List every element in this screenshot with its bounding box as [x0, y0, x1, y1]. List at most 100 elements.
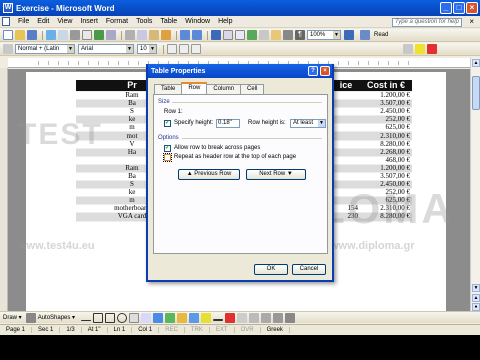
- menu-file[interactable]: File: [14, 18, 33, 25]
- table-cell[interactable]: 230: [332, 212, 360, 222]
- table-cell[interactable]: [332, 188, 360, 198]
- bold-icon[interactable]: [167, 44, 177, 54]
- drawing-icon[interactable]: [271, 30, 281, 40]
- fill-color-icon[interactable]: [201, 312, 212, 323]
- cancel-button[interactable]: Cancel: [292, 264, 326, 275]
- border-icon[interactable]: [403, 44, 413, 54]
- new-document-icon[interactable]: [3, 30, 13, 40]
- wordart-icon[interactable]: [153, 312, 164, 323]
- help-question-input[interactable]: Type a question for help: [392, 18, 462, 27]
- font-size-select[interactable]: 10 ▼: [137, 44, 157, 54]
- hyperlink-icon[interactable]: [211, 30, 221, 40]
- undo-icon[interactable]: [180, 30, 190, 40]
- 3d-icon[interactable]: [285, 312, 296, 323]
- cut-icon[interactable]: [125, 30, 135, 40]
- menu-tools[interactable]: Tools: [132, 18, 156, 25]
- tables-borders-icon[interactable]: [223, 30, 233, 40]
- line-icon[interactable]: [81, 319, 92, 321]
- clipart-icon[interactable]: [177, 312, 188, 323]
- table-cell[interactable]: 625,00 €: [360, 123, 412, 133]
- tab-table[interactable]: Table: [154, 84, 183, 94]
- tab-column[interactable]: Column: [206, 84, 242, 94]
- vertical-textbox-icon[interactable]: [141, 312, 152, 323]
- insert-excel-icon[interactable]: [247, 30, 257, 40]
- oval-icon[interactable]: [117, 312, 128, 323]
- ok-button[interactable]: OK: [254, 264, 288, 275]
- scroll-down-icon[interactable]: ▼: [472, 284, 480, 292]
- scroll-up-icon[interactable]: ▲: [472, 59, 480, 67]
- open-folder-icon[interactable]: [15, 30, 25, 40]
- read-button[interactable]: Read: [360, 30, 388, 40]
- menu-edit[interactable]: Edit: [33, 18, 53, 25]
- tab-cell[interactable]: Cell: [240, 84, 265, 94]
- arrow-style-icon[interactable]: [261, 312, 272, 323]
- status-rec[interactable]: REC: [159, 327, 185, 333]
- close-button[interactable]: ×: [466, 2, 478, 14]
- table-cell[interactable]: [332, 107, 360, 117]
- select-browse-object-icon[interactable]: ●: [472, 303, 480, 311]
- previous-row-button[interactable]: ▲ Previous Row: [178, 169, 240, 180]
- email-icon[interactable]: [58, 30, 68, 40]
- autoshapes-menu[interactable]: AutoShapes ▾: [38, 314, 75, 321]
- table-cell[interactable]: [332, 140, 360, 149]
- font-color-icon[interactable]: [427, 44, 437, 54]
- font-select[interactable]: Arial ▼: [78, 44, 134, 54]
- table-cell[interactable]: [332, 156, 360, 165]
- menu-view[interactable]: View: [53, 18, 76, 25]
- menu-format[interactable]: Format: [102, 18, 132, 25]
- status-trk[interactable]: TRK: [185, 327, 210, 333]
- save-icon[interactable]: [27, 30, 37, 40]
- paste-icon[interactable]: [149, 30, 159, 40]
- shadow-icon[interactable]: [273, 312, 284, 323]
- next-row-button[interactable]: Next Row ▼: [246, 169, 306, 180]
- copy-icon[interactable]: [137, 30, 147, 40]
- header-cell[interactable]: ice: [332, 80, 360, 92]
- table-cell[interactable]: 8.280,00 €: [360, 140, 412, 149]
- table-cell[interactable]: [332, 91, 360, 101]
- select-objects-icon[interactable]: [25, 312, 36, 323]
- format-painter-icon[interactable]: [161, 30, 171, 40]
- menu-help[interactable]: Help: [214, 18, 236, 25]
- specify-height-checkbox[interactable]: ✓: [164, 120, 171, 127]
- insert-table-icon[interactable]: [235, 30, 245, 40]
- table-cell[interactable]: [332, 172, 360, 182]
- dialog-help-button[interactable]: ?: [308, 66, 318, 76]
- table-cell[interactable]: [332, 115, 360, 125]
- table-cell[interactable]: [332, 148, 360, 157]
- tab-row[interactable]: Row: [181, 82, 208, 94]
- arrow-icon[interactable]: [93, 312, 104, 323]
- zoom-select[interactable]: 100% ▼: [307, 30, 341, 40]
- help-icon[interactable]: [344, 30, 354, 40]
- table-cell[interactable]: [332, 99, 360, 109]
- redo-icon[interactable]: [192, 30, 202, 40]
- style-select[interactable]: Normal + (Latin ▼: [15, 44, 75, 54]
- vertical-scrollbar[interactable]: ▲ ▼ ▲ ● ▼: [470, 58, 480, 322]
- dash-style-icon[interactable]: [249, 312, 260, 323]
- line-style-icon[interactable]: [237, 312, 248, 323]
- diagram-icon[interactable]: [165, 312, 176, 323]
- status-ext[interactable]: EXT: [210, 327, 235, 333]
- previous-page-icon[interactable]: ▲: [472, 294, 480, 302]
- maximize-button[interactable]: □: [453, 2, 465, 14]
- dialog-close-button[interactable]: ×: [320, 66, 330, 76]
- table-cell[interactable]: 8.280,00 €: [360, 212, 412, 222]
- textbox-icon[interactable]: [129, 312, 140, 323]
- table-cell[interactable]: [332, 180, 360, 190]
- draw-menu[interactable]: Draw ▾: [3, 314, 22, 321]
- columns-icon[interactable]: [259, 30, 269, 40]
- table-cell[interactable]: [332, 164, 360, 173]
- table-cell[interactable]: [332, 131, 360, 141]
- document-map-icon[interactable]: [283, 30, 293, 40]
- underline-icon[interactable]: [191, 44, 201, 54]
- print-preview-icon[interactable]: [82, 30, 92, 40]
- table-cell[interactable]: 2.310,00 €: [360, 131, 412, 141]
- vertical-ruler[interactable]: [0, 68, 8, 320]
- minimize-button[interactable]: _: [440, 2, 452, 14]
- rectangle-icon[interactable]: [105, 312, 116, 323]
- status-ovr[interactable]: OVR: [235, 327, 261, 333]
- menu-window[interactable]: Window: [181, 18, 214, 25]
- picture-icon[interactable]: [189, 312, 200, 323]
- spelling-icon[interactable]: [94, 30, 104, 40]
- row-height-input[interactable]: 0.18": [216, 119, 240, 128]
- print-icon[interactable]: [70, 30, 80, 40]
